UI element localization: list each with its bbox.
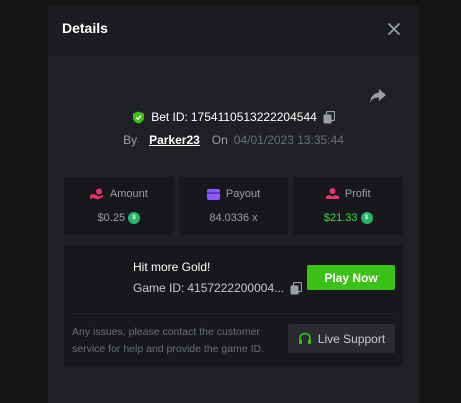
coin-icon: $ <box>128 212 141 224</box>
wallet-icon <box>206 188 220 200</box>
stats-row: Amount $0.25 $ Payout 84.0336 x Profit $… <box>64 177 404 235</box>
bet-meta-row: By Parker23 On 04/01/2023 13:35:44 <box>48 133 419 147</box>
shield-check-icon <box>133 111 145 123</box>
stat-label: Profit <box>344 188 371 200</box>
by-label: By <box>123 133 138 147</box>
share-icon[interactable] <box>369 88 387 104</box>
copy-icon[interactable] <box>290 281 303 295</box>
live-support-label: Live Support <box>317 331 386 346</box>
headset-icon <box>298 332 311 344</box>
game-id-value: 4157222200004... <box>187 281 285 295</box>
bet-id-row: Bet ID: 1754110513222204544 <box>48 110 419 124</box>
stat-label: Payout <box>225 188 261 200</box>
game-id-row: Game ID: 4157222200004... <box>133 281 303 295</box>
game-panel: Hit more Gold! Game ID: 4157222200004...… <box>64 245 403 366</box>
hand-coin-icon <box>89 188 103 200</box>
play-now-button[interactable]: Play Now <box>307 265 395 290</box>
profit-icon <box>325 188 339 199</box>
modal-header: Details <box>48 6 419 56</box>
divider <box>72 313 395 314</box>
live-support-button[interactable]: Live Support <box>288 324 395 353</box>
coin-icon: $ <box>360 212 373 224</box>
stat-profit: Profit $21.33 $ <box>293 177 404 235</box>
stat-label: Amount <box>109 188 148 200</box>
help-text: Any issues, please contact the customer … <box>72 326 265 355</box>
username-link[interactable]: Parker23 <box>149 133 200 147</box>
stat-value: $0.25 <box>97 212 126 224</box>
bet-id-label: Bet ID: <box>151 110 188 124</box>
modal-title: Details <box>62 20 108 36</box>
stat-value: $21.33 <box>323 212 358 224</box>
promo-title: Hit more Gold! <box>133 260 211 274</box>
close-icon[interactable] <box>386 21 402 37</box>
on-label: On <box>211 133 228 147</box>
details-modal: Details Bet ID: 1754110513222204544 By P… <box>48 6 419 403</box>
bet-id-value: 1754110513222204544 <box>190 110 317 124</box>
stat-amount: Amount $0.25 $ <box>64 177 174 235</box>
game-id-label: Game ID: <box>133 281 185 295</box>
bet-datetime: 04/01/2023 13:35:44 <box>233 133 344 147</box>
stat-payout: Payout 84.0336 x <box>178 177 289 235</box>
stat-value: 84.0336 x <box>209 212 258 224</box>
copy-icon[interactable] <box>323 110 335 124</box>
page-backdrop <box>0 0 48 403</box>
